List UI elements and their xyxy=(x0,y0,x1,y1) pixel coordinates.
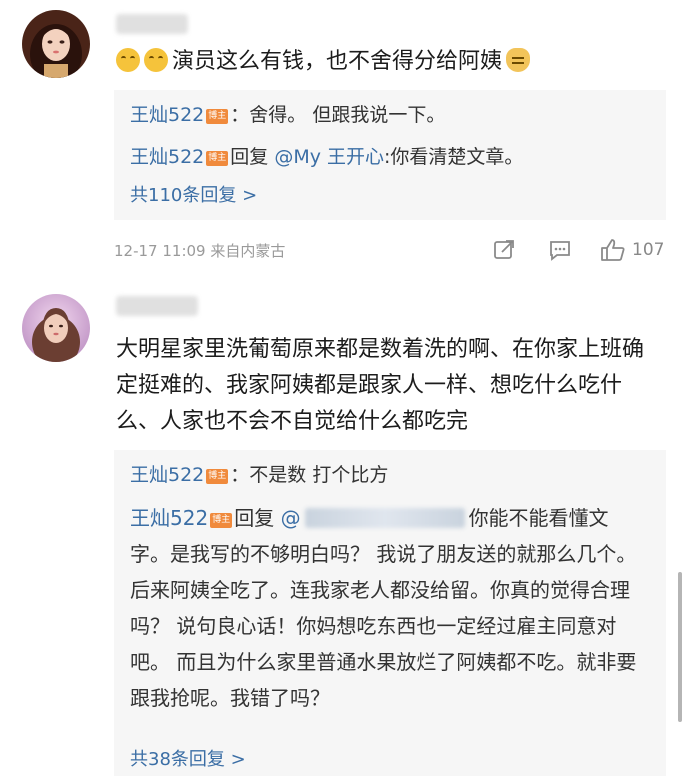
mention-link[interactable]: @ xyxy=(281,506,301,530)
reply-line: 王灿522 博主 回复 @My 王开心:你看清楚文章。 xyxy=(130,146,524,168)
reply-line: 王灿522 博主 回复 @ 你能不能看懂文字。是我写的不够明白吗？ 我说了朋友送的就那… xyxy=(130,506,637,710)
username-blurred[interactable] xyxy=(116,14,188,34)
share-button[interactable] xyxy=(492,238,516,262)
reply-line: 王灿522 博主 ：舍得。 但跟我说一下。 xyxy=(130,104,446,126)
reply-box[interactable]: 王灿522 博主 ：不是数 打个比方 王灿522 博主 回复 @ 你能不能看懂文字。是我写… xyxy=(114,450,666,776)
author-badge: 博主 xyxy=(206,469,229,484)
thumbs-up-icon xyxy=(601,239,625,261)
scrollbar[interactable] xyxy=(678,572,682,722)
author-badge: 博主 xyxy=(206,109,229,124)
like-count: 107 xyxy=(632,240,665,260)
location: 来自内蒙古 xyxy=(210,242,286,260)
comment-text: 大明星家里洗葡萄原来都是数着洗的啊、在你家上班确定挺难的、我家阿姨都是跟家人一样… xyxy=(116,337,645,434)
blurred-username xyxy=(304,508,465,528)
comment-1: 演员这么有钱，也不舍得分给阿姨 王灿522 博主 ：舍得。 但跟我说一下。 王灿52… xyxy=(0,0,688,290)
crying-emoji-icon xyxy=(144,48,168,72)
username-blurred[interactable] xyxy=(116,296,198,316)
share-icon xyxy=(494,240,514,259)
reply-line: 王灿522 博主 ：不是数 打个比方 xyxy=(130,464,389,486)
author-badge: 博主 xyxy=(210,513,233,528)
reply-author[interactable]: 王灿522 xyxy=(130,464,204,486)
timestamp: 12-17 11:09 xyxy=(114,242,206,260)
reply-author[interactable]: 王灿522 xyxy=(130,146,204,168)
reply-box[interactable]: 王灿522 博主 ：舍得。 但跟我说一下。 王灿522 博主 回复 @My 王开心:你看… xyxy=(114,90,666,220)
avatar[interactable] xyxy=(22,10,90,78)
mention-link[interactable]: @My 王开心 xyxy=(274,146,384,168)
comment-2: 大明星家里洗葡萄原来都是数着洗的啊、在你家上班确定挺难的、我家阿姨都是跟家人一样… xyxy=(0,290,688,776)
dog-emoji-icon xyxy=(506,48,531,72)
comment-meta: 12-17 11:09 来自内蒙古 xyxy=(114,240,285,262)
woman-portrait-avatar-icon xyxy=(22,10,90,78)
woman-photo-avatar-icon xyxy=(22,294,90,362)
more-replies-link[interactable]: 共38条回复 > xyxy=(130,746,246,774)
crying-emoji-icon xyxy=(116,48,140,72)
reply-author[interactable]: 王灿522 xyxy=(130,104,204,126)
avatar[interactable] xyxy=(22,294,90,362)
comment-icon xyxy=(550,241,570,261)
more-replies-link[interactable]: 共110条回复 > xyxy=(130,182,257,210)
comment-text: 演员这么有钱，也不舍得分给阿姨 xyxy=(116,44,534,80)
like-button[interactable]: 107 xyxy=(600,238,664,262)
author-badge: 博主 xyxy=(206,151,229,166)
reply-author[interactable]: 王灿522 xyxy=(130,506,208,530)
comment-button[interactable] xyxy=(548,238,572,262)
